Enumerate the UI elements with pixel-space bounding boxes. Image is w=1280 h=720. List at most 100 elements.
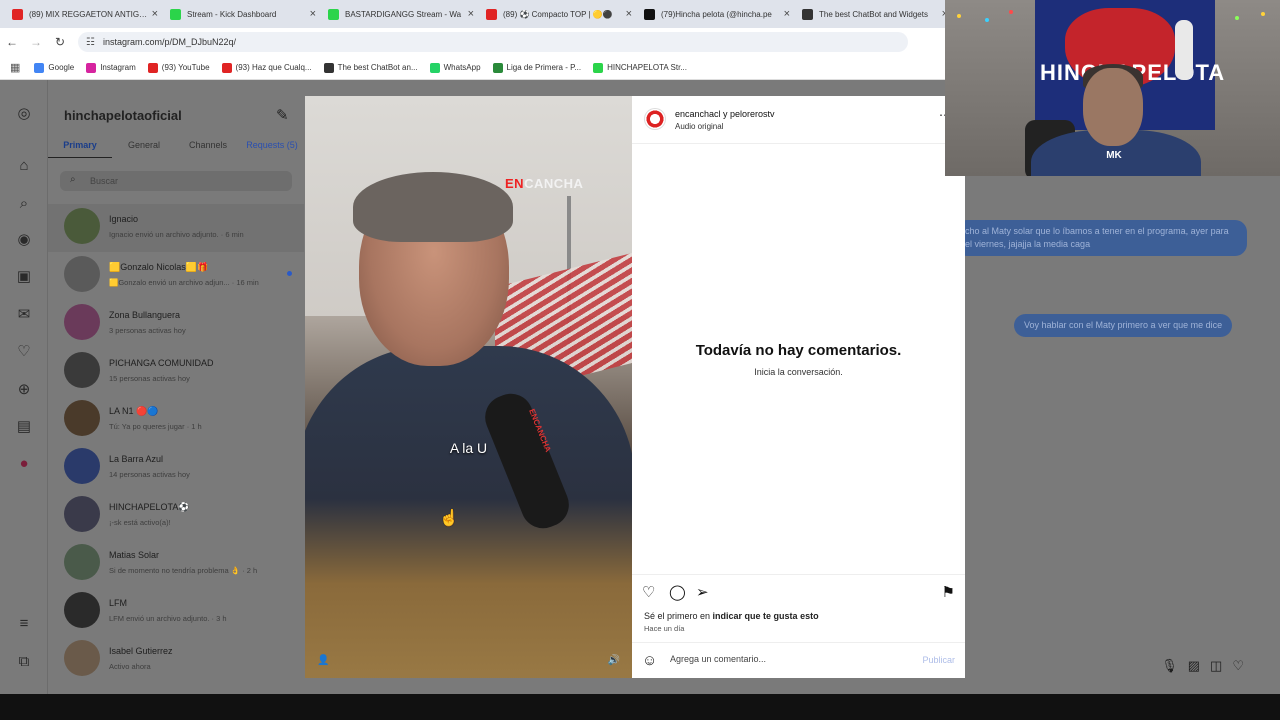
instagram-left-nav: ◎ ⌂ ⌕ ◉ ▣ ✉ ♡ ⊕ ▤ ● ≡ ⧉ xyxy=(0,80,48,694)
logo-cancha: CANCHA xyxy=(524,176,584,191)
tab-channels[interactable]: Channels xyxy=(176,136,240,158)
tab-title: Stream - Kick Dashboard xyxy=(187,9,277,19)
instagram-logo-icon[interactable]: ◎ xyxy=(14,104,34,124)
bookmark-item[interactable]: Instagram xyxy=(86,62,136,73)
bookmark-favicon-icon xyxy=(221,62,232,73)
sticker-icon[interactable]: ◫ xyxy=(1210,658,1222,674)
profile-avatar-icon[interactable]: ● xyxy=(14,454,34,474)
bookmark-label: Instagram xyxy=(100,63,136,72)
streamer-webcam: HINCHAPELOTA MK xyxy=(945,0,1280,176)
url-field[interactable]: ☷ instagram.com/p/DM_DJbuN22q/ xyxy=(78,32,908,52)
video-person-jacket xyxy=(305,346,632,678)
explore-icon[interactable]: ◉ xyxy=(14,230,34,250)
back-icon[interactable]: ← xyxy=(0,35,24,49)
bookmark-item[interactable]: (93) Haz que Cualq... xyxy=(221,62,312,73)
tab-primary[interactable]: Primary xyxy=(48,136,112,158)
tab-favicon-icon xyxy=(486,8,497,20)
tab-favicon-icon xyxy=(802,8,813,20)
create-icon[interactable]: ⊕ xyxy=(14,380,34,400)
close-tab-icon[interactable]: × xyxy=(626,8,632,20)
avatar xyxy=(64,592,100,628)
conversation-preview: ¡-sk está activo(a)! xyxy=(109,518,171,527)
home-icon[interactable]: ⌂ xyxy=(14,156,34,176)
close-tab-icon[interactable]: × xyxy=(468,8,474,20)
avatar xyxy=(64,208,100,244)
close-tab-icon[interactable]: × xyxy=(784,8,790,20)
tab-requests[interactable]: Requests (5) xyxy=(240,136,304,158)
bookmark-item[interactable]: Google xyxy=(34,62,74,73)
close-tab-icon[interactable]: × xyxy=(152,8,158,20)
conversation-preview: LFM envió un archivo adjunto. · 3 h xyxy=(109,614,227,623)
post-author[interactable]: encanchacl y pelorerostv xyxy=(675,109,775,119)
apps-grid-icon[interactable]: ▦ xyxy=(10,61,20,74)
conversation-name: LFM xyxy=(109,598,127,608)
conversation-row[interactable]: Zona Bullanguera 3 personas activas hoy xyxy=(48,300,304,348)
conversation-name: HINCHAPELOTA⚽ xyxy=(109,502,190,512)
bookmark-item[interactable]: (93) YouTube xyxy=(147,62,210,73)
avatar xyxy=(64,400,100,436)
bookmark-item[interactable]: The best ChatBot an... xyxy=(323,62,418,73)
bookmark-item[interactable]: WhatsApp xyxy=(429,62,481,73)
conversation-row[interactable]: LFM LFM envió un archivo adjunto. · 3 h xyxy=(48,588,304,636)
dashboard-icon[interactable]: ▤ xyxy=(14,417,34,437)
microphone-icon[interactable]: 🎙 xyxy=(1161,658,1178,674)
conversation-row[interactable]: 🟨Gonzalo Nicolas🟨🎁 🟨Gonzalo envió un arch… xyxy=(48,252,304,300)
conversation-row[interactable]: La Barra Azul 14 personas activas hoy xyxy=(48,444,304,492)
emoji-icon[interactable]: ☺ xyxy=(642,652,657,669)
bookmark-label: (93) Haz que Cualq... xyxy=(235,63,312,72)
image-icon[interactable]: ▨ xyxy=(1188,658,1200,674)
site-info-icon[interactable]: ☷ xyxy=(86,37,95,48)
reload-icon[interactable]: ↻ xyxy=(48,35,72,49)
no-comments-title: Todavía no hay comentarios. xyxy=(695,342,902,359)
tab-general[interactable]: General xyxy=(112,136,176,158)
conversation-row[interactable]: PICHANGA COMUNIDAD 15 personas activas ho… xyxy=(48,348,304,396)
author-avatar[interactable] xyxy=(644,108,666,130)
publish-button[interactable]: Publicar xyxy=(922,655,955,665)
conversation-row[interactable]: HINCHAPELOTA⚽ ¡-sk está activo(a)! xyxy=(48,492,304,540)
browser-tab[interactable]: BASTARDIGANGG Stream - Wa × xyxy=(322,2,480,26)
bookmark-label: Liga de Primera - P... xyxy=(506,63,582,72)
conversation-name: PICHANGA COMUNIDAD xyxy=(109,358,214,368)
bookmark-item[interactable]: HINCHAPELOTA Str... xyxy=(593,62,687,73)
meta-apps-icon[interactable]: ⧉ xyxy=(14,652,34,672)
comment-icon[interactable]: ◯ xyxy=(669,583,686,601)
browser-tab[interactable]: (89) ⚽ Compacto TOP | 🟡⚫ × xyxy=(480,2,638,26)
avatar xyxy=(64,496,100,532)
video-person-hair xyxy=(353,172,513,242)
reel-video[interactable]: ENCANCHA ENCANCHA A la U ☝ 👤 🔊 xyxy=(305,96,632,678)
tagged-user-icon[interactable]: 👤 xyxy=(317,655,329,666)
browser-tab[interactable]: Stream - Kick Dashboard × xyxy=(164,2,322,26)
inbox-panel: hinchapelotaoficial ✎ Primary General Ch… xyxy=(48,80,304,694)
conversation-row[interactable]: LA N1 🔴🔵 Tú: Ya po queres jugar · 1 h xyxy=(48,396,304,444)
messages-icon[interactable]: ✉ xyxy=(14,305,34,325)
inbox-username[interactable]: hinchapelotaoficial xyxy=(64,108,182,123)
browser-tab[interactable]: The best ChatBot and Widgets× xyxy=(796,2,954,26)
bookmark-favicon-icon xyxy=(34,62,45,73)
browser-tab[interactable]: (89) MIX REGGAETON ANTIGUO × xyxy=(6,2,164,26)
conversation-row[interactable]: Matias Solar Si de momento no tendría pro… xyxy=(48,540,304,588)
like-heart-icon[interactable]: ♡ xyxy=(642,583,655,601)
comment-input[interactable] xyxy=(670,654,890,664)
avatar xyxy=(64,640,100,676)
share-icon[interactable]: ➢ xyxy=(696,583,709,601)
unread-dot xyxy=(287,271,292,276)
save-bookmark-icon[interactable]: ⚑ xyxy=(942,583,955,601)
search-icon[interactable]: ⌕ xyxy=(14,194,34,214)
bookmark-item[interactable]: Liga de Primera - P... xyxy=(492,62,582,73)
chat-composer-icons: 🎙 ▨ ◫ ♡ xyxy=(1161,658,1244,674)
heart-icon[interactable]: ♡ xyxy=(1232,658,1244,674)
conversation-row[interactable]: Ignacio Ignacio envió un archivo adjunto.… xyxy=(48,204,304,252)
forward-icon[interactable]: → xyxy=(24,35,48,49)
reels-icon[interactable]: ▣ xyxy=(14,267,34,287)
conversation-row[interactable]: Isabel Gutierrez Activo ahora xyxy=(48,636,304,684)
post-audio[interactable]: Audio original xyxy=(675,122,723,131)
notifications-icon[interactable]: ♡ xyxy=(14,342,34,362)
menu-icon[interactable]: ≡ xyxy=(14,614,34,634)
first-like-link[interactable]: indicar que te gusta esto xyxy=(713,611,819,621)
compose-icon[interactable]: ✎ xyxy=(276,106,289,124)
browser-tab[interactable]: (79)Hincha pelota (@hincha.pe × xyxy=(638,2,796,26)
close-tab-icon[interactable]: × xyxy=(310,8,316,20)
search-input[interactable]: ⌕ Buscar xyxy=(60,171,292,191)
volume-icon[interactable]: 🔊 xyxy=(608,655,620,666)
bookmark-favicon-icon xyxy=(86,62,97,73)
